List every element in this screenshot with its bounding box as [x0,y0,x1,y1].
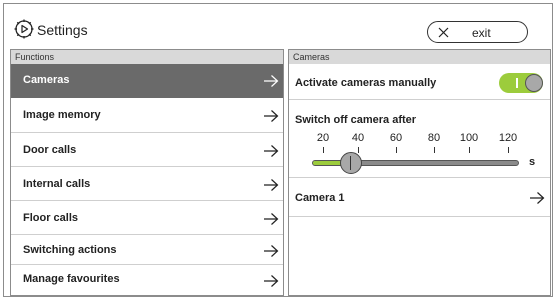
menu-item-door-calls[interactable]: Door calls [11,134,283,167]
functions-panel: Functions Cameras Image memory Door call… [10,49,284,296]
slider-tick-label: 80 [427,132,441,144]
slider-tick [396,147,397,153]
cameras-heading: Cameras [289,50,550,64]
arrow-right-icon [264,275,279,287]
arrow-right-icon [264,179,279,191]
menu-item-switching-actions[interactable]: Switching actions [11,236,283,265]
slider-tick-label: 60 [389,132,403,144]
slider-unit: s [529,156,536,168]
menu-item-label: Switching actions [23,244,117,256]
toggle-on-mark [516,78,518,88]
slider-tick [469,147,470,153]
functions-heading: Functions [11,50,283,64]
page-title: Settings [37,22,88,38]
arrow-right-icon [264,245,279,257]
slider-thumb[interactable] [339,152,362,174]
arrow-right-icon [264,110,279,122]
arrow-right-icon [264,213,279,225]
arrow-right-icon [264,75,279,87]
menu-item-label: Cameras [23,74,70,86]
menu-item-label: Manage favourites [23,273,120,285]
slider-tick-label: 100 [459,132,479,144]
menu-item-label: Door calls [23,144,77,156]
menu-item-floor-calls[interactable]: Floor calls [11,202,283,235]
slider-tick [434,147,435,153]
settings-window: Settings exit Functions Cameras Image me… [3,3,553,297]
slider-tick-label: 20 [316,132,330,144]
slider-tick-label: 40 [351,132,365,144]
activate-cameras-row: Activate cameras manually [289,64,550,100]
switch-off-row: Switch off camera after 20 40 60 80 100 … [289,101,550,178]
header: Settings exit [4,4,552,46]
toggle-knob [525,74,543,92]
slider-tick [508,147,509,153]
menu-item-internal-calls[interactable]: Internal calls [11,168,283,201]
activate-cameras-label: Activate cameras manually [295,77,437,89]
exit-button[interactable]: exit [427,21,528,43]
menu-item-label: Floor calls [23,212,79,224]
arrow-right-icon [530,192,545,204]
menu-item-label: Internal calls [23,178,91,190]
switch-off-label: Switch off camera after [295,114,417,126]
gear-icon [14,19,34,39]
slider-tick [323,147,324,153]
menu-item-cameras[interactable]: Cameras [11,64,283,98]
activate-cameras-toggle[interactable] [499,73,543,93]
menu-item-image-memory[interactable]: Image memory [11,99,283,133]
menu-item-manage-favourites[interactable]: Manage favourites [11,266,283,295]
slider-tick-label: 120 [498,132,518,144]
camera-1-item[interactable]: Camera 1 [289,179,550,217]
camera-item-label: Camera 1 [295,192,345,204]
menu-item-label: Image memory [23,109,101,121]
slider-tick [358,147,359,153]
cameras-panel: Cameras Activate cameras manually Switch… [288,49,551,296]
exit-button-label: exit [472,26,491,40]
arrow-right-icon [264,145,279,157]
close-icon [438,27,449,38]
